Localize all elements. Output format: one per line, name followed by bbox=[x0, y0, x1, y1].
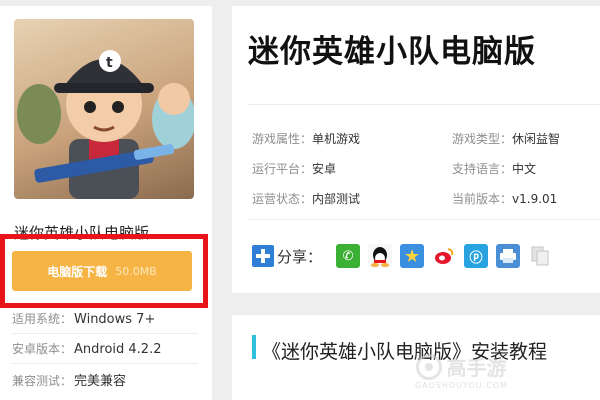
attr-game-type: 游戏类型：休闲益智 bbox=[452, 130, 560, 147]
game-icon-image[interactable]: t bbox=[14, 19, 194, 199]
attr-value: 安卓 bbox=[312, 162, 337, 176]
attr-status: 运营状态：内部测试 bbox=[252, 190, 360, 207]
watermark-text: 高手游 bbox=[446, 356, 507, 380]
copy-icon[interactable] bbox=[528, 244, 553, 268]
spec-value: Windows 7+ bbox=[74, 312, 156, 327]
attr-language: 支持语言：中文 bbox=[452, 160, 536, 177]
attr-value: 单机游戏 bbox=[312, 132, 361, 146]
attr-version: 当前版本：v1.9.01 bbox=[452, 190, 557, 207]
download-size: 50.0MB bbox=[115, 264, 157, 278]
pc-download-button[interactable]: 电脑版下载 50.0MB bbox=[12, 251, 192, 291]
weibo-icon[interactable] bbox=[432, 244, 457, 268]
attr-key: 当前版本： bbox=[452, 192, 513, 206]
attr-key: 游戏类型： bbox=[452, 132, 513, 146]
print-icon[interactable] bbox=[496, 244, 521, 268]
qzone-icon[interactable]: ★ bbox=[400, 244, 425, 268]
attr-value: v1.9.01 bbox=[512, 192, 558, 206]
spec-key: 适用系统： bbox=[12, 312, 73, 326]
qq-icon[interactable] bbox=[368, 244, 393, 268]
svg-text:t: t bbox=[106, 55, 113, 71]
attr-key: 运行平台： bbox=[252, 162, 313, 176]
attr-platform: 运行平台：安卓 bbox=[252, 160, 336, 177]
divider bbox=[12, 333, 198, 334]
spec-row-system: 适用系统： Windows 7+ bbox=[12, 310, 155, 327]
divider bbox=[12, 363, 198, 364]
page-title: 迷你英雄小队电脑版 bbox=[248, 34, 536, 70]
divider bbox=[248, 219, 600, 220]
watermark-logo-icon bbox=[416, 353, 443, 380]
attr-value: 内部测试 bbox=[312, 192, 361, 206]
spec-value: 完美兼容 bbox=[74, 374, 127, 389]
share-plus-icon[interactable] bbox=[252, 245, 274, 267]
game-info-card: 迷你英雄小队电脑版 游戏属性：单机游戏 游戏类型：休闲益智 运行平台：安卓 支持… bbox=[232, 6, 600, 293]
spec-value: Android 4.2.2 bbox=[74, 342, 162, 357]
attr-key: 支持语言： bbox=[452, 162, 513, 176]
spec-key: 兼容测试： bbox=[12, 374, 73, 388]
section-accent-bar bbox=[252, 335, 256, 359]
divider bbox=[248, 104, 600, 105]
tutorial-card: 《迷你英雄小队电脑版》安装教程 高手游 GAOSHOUYOU.COM bbox=[232, 315, 600, 400]
site-watermark: 高手游 GAOSHOUYOU.COM bbox=[415, 352, 508, 390]
spec-row-android: 安卓版本： Android 4.2.2 bbox=[12, 340, 162, 357]
spec-row-compat: 兼容测试： 完美兼容 bbox=[12, 370, 126, 389]
watermark-url: GAOSHOUYOU.COM bbox=[414, 381, 508, 390]
tencent-weibo-icon[interactable]: ⓟ bbox=[464, 244, 489, 268]
wechat-icon[interactable]: ✆ bbox=[336, 244, 361, 268]
attr-value: 中文 bbox=[512, 162, 537, 176]
attr-key: 游戏属性： bbox=[252, 132, 313, 146]
attr-value: 休闲益智 bbox=[512, 132, 561, 146]
attr-key: 运营状态： bbox=[252, 192, 313, 206]
download-button-label: 电脑版下载 bbox=[47, 264, 108, 279]
share-label: 分享： bbox=[277, 247, 323, 266]
spec-key: 安卓版本： bbox=[12, 342, 73, 356]
attr-game-property: 游戏属性：单机游戏 bbox=[252, 130, 360, 147]
share-bar: 分享： ✆ ★ ⓟ bbox=[252, 240, 560, 272]
